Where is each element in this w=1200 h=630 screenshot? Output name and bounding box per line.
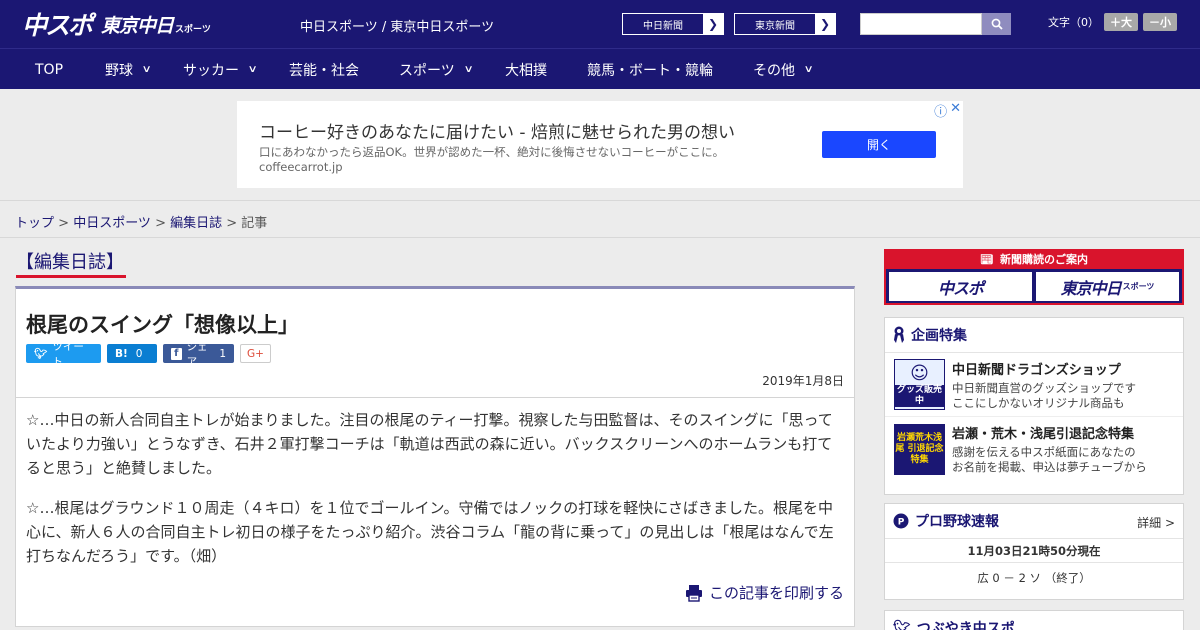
feature-thumb: ☺ グッズ販売中	[894, 359, 945, 410]
search-input[interactable]	[860, 13, 982, 35]
scores-timestamp: 11月03日21時50分現在	[885, 539, 1183, 563]
section-title: 【編集日誌】	[16, 252, 124, 273]
article-header: 根尾のスイング「想像以上」 🐦︎ ツイート B! 0 f シェア 1 G+ 20…	[15, 286, 855, 398]
nav-racing[interactable]: 競馬・ボート・競輪	[587, 49, 713, 90]
subscription-banner[interactable]: 📰︎ 新聞購読のご案内 中スポ 東京中日 スポーツ	[884, 249, 1184, 305]
nav-soccer[interactable]: サッカー ∨	[183, 49, 258, 90]
print-article-link[interactable]: この記事を印刷する	[685, 582, 844, 603]
logo-tokyo-chunichi: 東京中日 スポーツ	[101, 14, 211, 37]
chunichi-shimbun-link[interactable]: 中日新聞 ❯	[622, 13, 724, 35]
main-nav: TOP 野球 ∨ サッカー ∨ 芸能・社会 スポーツ ∨ 大相撲 競馬・ボート・競輪 …	[0, 48, 1200, 89]
article-title: 根尾のスイング「想像以上」	[26, 313, 299, 337]
feature-title: 岩瀬・荒木・浅尾引退記念特集	[952, 427, 1135, 442]
feature-desc: 中日新聞直営のグッズショップです ここにしかないオリジナル商品も	[952, 380, 1136, 410]
article-paragraph: ☆…中日の新人合同自主トレが始まりました。注目の根尾のティー打撃。視察した与田監…	[26, 411, 833, 477]
ad-domain: coffeecarrot.jp	[259, 160, 343, 174]
mascot-icon: ☺	[910, 362, 929, 384]
ad-banner[interactable]: コーヒー好きのあなたに届けたい - 焙煎に魅せられた男の想い 口にあわなかったら…	[237, 101, 963, 188]
subscription-head: 📰︎ 新聞購読のご案内	[886, 249, 1182, 269]
article-date: 2019年1月8日	[762, 374, 844, 388]
chevron-down-icon: ∨	[463, 64, 474, 75]
nav-sumo[interactable]: 大相撲	[505, 49, 547, 90]
nav-top[interactable]: TOP	[35, 49, 63, 90]
font-size-control: 文字（0） ＋大 －小	[1048, 13, 1177, 31]
site-logo[interactable]: 中スポ 東京中日 スポーツ	[22, 8, 211, 40]
ad-choices[interactable]: ⓘ ✕	[934, 101, 961, 120]
breadcrumb-bar: トップ > 中日スポーツ > 編集日誌 > 記事	[0, 200, 1200, 238]
score-row[interactable]: 広 0 － 2 ソ （終了）	[885, 563, 1183, 593]
google-plus-button[interactable]: G+	[240, 344, 271, 363]
subscription-logos: 中スポ 東京中日 スポーツ	[886, 269, 1182, 304]
logo-chuspo: 中スポ	[22, 11, 93, 40]
chevron-right-icon: ❯	[815, 14, 835, 34]
section-underline	[16, 275, 126, 278]
feature-title: 中日新聞ドラゴンズショップ	[952, 362, 1121, 378]
scores-heading: P プロ野球速報 詳細 >	[885, 504, 1183, 539]
breadcrumb-current: 記事	[241, 216, 268, 231]
site-title: 中日スポーツ / 東京中日スポーツ	[300, 20, 495, 35]
tweet-button[interactable]: 🐦︎ ツイート	[26, 341, 101, 368]
font-larger-button[interactable]: ＋大	[1104, 13, 1138, 31]
site-search	[860, 13, 1011, 35]
article-body: ☆…中日の新人合同自主トレが始まりました。注目の根尾のティー打撃。視察した与田監…	[15, 398, 855, 627]
hatena-bookmark-button[interactable]: B! 0	[107, 344, 157, 363]
nav-entertainment[interactable]: 芸能・社会	[289, 49, 359, 90]
search-icon	[991, 18, 1003, 30]
chuspo-subscribe-link[interactable]: 中スポ	[889, 272, 1032, 301]
tokyo-chunichi-subscribe-link[interactable]: 東京中日 スポーツ	[1036, 272, 1179, 301]
facebook-share-button[interactable]: f シェア 1	[163, 341, 234, 368]
chevron-down-icon: ∨	[803, 64, 814, 75]
breadcrumb-chunichi-sports[interactable]: 中日スポーツ	[73, 216, 151, 231]
chevron-down-icon: ∨	[141, 64, 152, 75]
hatena-icon: B!	[115, 347, 128, 360]
nav-other[interactable]: その他 ∨	[753, 49, 814, 90]
breadcrumb-editorial-diary[interactable]: 編集日誌	[170, 216, 222, 231]
close-icon[interactable]: ✕	[950, 101, 961, 120]
tsubuyaki-heading: 🐦︎ つぶやき中スポ	[885, 611, 1183, 630]
printer-icon	[685, 584, 702, 602]
search-button[interactable]	[982, 13, 1011, 35]
scores-more-link[interactable]: 詳細 >	[1137, 514, 1175, 531]
nav-sports[interactable]: スポーツ ∨	[399, 49, 474, 90]
feature-thumb: 岩瀬荒木浅尾 引退記念特集	[894, 423, 945, 475]
breadcrumb-top[interactable]: トップ	[15, 216, 54, 231]
font-smaller-button[interactable]: －小	[1143, 13, 1177, 31]
chevron-down-icon: ∨	[247, 64, 258, 75]
baseball-scores-box: P プロ野球速報 詳細 > 11月03日21時50分現在 広 0 － 2 ソ （…	[884, 503, 1184, 600]
ad-open-button[interactable]: 開く	[822, 131, 936, 158]
bird-icon: 🐦︎	[893, 620, 911, 630]
share-buttons: 🐦︎ ツイート B! 0 f シェア 1 G+	[26, 341, 271, 368]
svg-text:P: P	[898, 518, 905, 528]
article-paragraph: ☆…根尾はグラウンド１０周走（４キロ）を１位でゴールイン。守備ではノックの打球を…	[26, 499, 834, 565]
font-size-label: 文字（0）	[1048, 16, 1099, 29]
ad-description: 口にあわなかったら返品OK。世界が認めた一杯、絶対に後悔させないコーヒーがここに…	[259, 145, 725, 159]
feature-item-dragons-shop[interactable]: ☺ グッズ販売中 中日新聞ドラゴンズショップ 中日新聞直営のグッズショップですこ…	[885, 353, 1183, 417]
features-box: 企画特集 ☺ グッズ販売中 中日新聞ドラゴンズショップ 中日新聞直営のグッズショ…	[884, 317, 1184, 495]
facebook-icon: f	[171, 347, 182, 360]
top-header: 中スポ 東京中日 スポーツ 中日スポーツ / 東京中日スポーツ 中日新聞 ❯ 東京…	[0, 0, 1200, 48]
ribbon-icon	[894, 326, 904, 343]
features-heading: 企画特集	[885, 318, 1183, 353]
breadcrumb: トップ > 中日スポーツ > 編集日誌 > 記事	[15, 216, 268, 231]
tokyo-shimbun-link[interactable]: 東京新聞 ❯	[734, 13, 836, 35]
chevron-right-icon: ❯	[703, 14, 723, 34]
nav-baseball[interactable]: 野球 ∨	[105, 49, 152, 90]
info-icon[interactable]: ⓘ	[934, 101, 947, 120]
newspaper-icon: 📰︎	[980, 252, 994, 266]
feature-desc: 感謝を伝える中スポ紙面にあなたの お名前を掲載、申込は夢チューブから	[952, 445, 1147, 474]
twitter-icon: 🐦︎	[34, 348, 48, 360]
feature-item-retirement[interactable]: 岩瀬荒木浅尾 引退記念特集 岩瀬・荒木・浅尾引退記念特集 感謝を伝える中スポ紙面…	[885, 417, 1183, 481]
tsubuyaki-box: 🐦︎ つぶやき中スポ	[884, 610, 1184, 630]
ad-title[interactable]: コーヒー好きのあなたに届けたい - 焙煎に魅せられた男の想い	[259, 118, 735, 143]
baseball-icon: P	[893, 513, 909, 529]
